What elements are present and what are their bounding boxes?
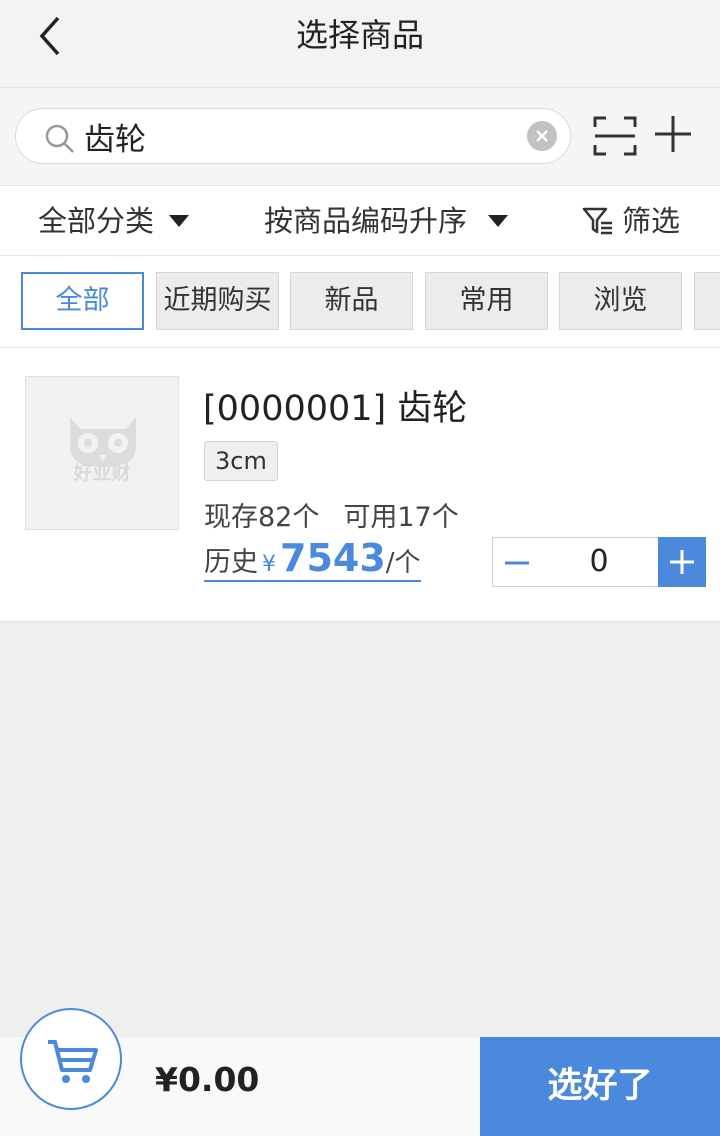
filter-button[interactable]: 筛选 [622, 186, 680, 256]
tab-browsed[interactable]: 浏览 [559, 272, 682, 330]
sort-dropdown-label: 按商品编码升序 [264, 204, 468, 238]
quantity-decrement-button[interactable] [492, 537, 540, 587]
product-thumbnail [25, 376, 179, 530]
caret-down-icon [169, 215, 189, 227]
tab-frequent[interactable]: 常用 [425, 272, 548, 330]
clear-search-button[interactable] [527, 121, 557, 151]
spec-badge: 3cm [204, 441, 278, 481]
search-icon [45, 124, 74, 153]
stock-info: 现存82个 可用17个 [204, 495, 459, 534]
confirm-button[interactable]: 选好了 [480, 1037, 720, 1136]
quantity-input[interactable]: 0 [539, 537, 659, 587]
quantity-increment-button[interactable] [658, 537, 706, 587]
add-icon[interactable] [652, 113, 694, 155]
minus-icon [505, 561, 529, 565]
plus-icon [670, 550, 694, 574]
tab-recent-purchase[interactable]: 近期购买 [156, 272, 279, 330]
logo-placeholder-icon [70, 417, 136, 467]
close-icon [536, 130, 548, 142]
currency-symbol: ¥ [262, 552, 276, 577]
logo-placeholder-text: 好业财 [73, 462, 131, 484]
filter-button-label: 筛选 [622, 204, 681, 238]
scan-icon[interactable] [592, 113, 638, 159]
cart-total: ¥0.00 [155, 1060, 260, 1099]
caret-down-icon [488, 215, 508, 227]
history-price-link[interactable]: 历史 ¥7543/个 [204, 536, 421, 582]
history-label: 历史 [204, 547, 258, 578]
cart-button[interactable] [20, 1008, 122, 1110]
category-dropdown-label: 全部分类 [38, 204, 155, 238]
cart-icon [48, 1040, 98, 1083]
tab-all[interactable]: 全部 [21, 272, 144, 330]
price-unit: /个 [385, 548, 421, 578]
stock-on-hand: 现存82个 [204, 502, 320, 533]
page-title: 选择商品 [295, 16, 424, 54]
stock-available: 可用17个 [343, 502, 459, 533]
tab-new[interactable]: 新品 [290, 272, 413, 330]
tab-overflow[interactable] [694, 272, 720, 330]
filter-icon[interactable] [582, 205, 614, 237]
search-input[interactable] [84, 113, 514, 159]
product-name: [0000001] 齿轮 [203, 389, 468, 429]
history-price: 7543 [280, 536, 386, 580]
sort-dropdown[interactable]: 按商品编码升序 [264, 186, 467, 256]
category-dropdown[interactable]: 全部分类 [38, 186, 154, 256]
